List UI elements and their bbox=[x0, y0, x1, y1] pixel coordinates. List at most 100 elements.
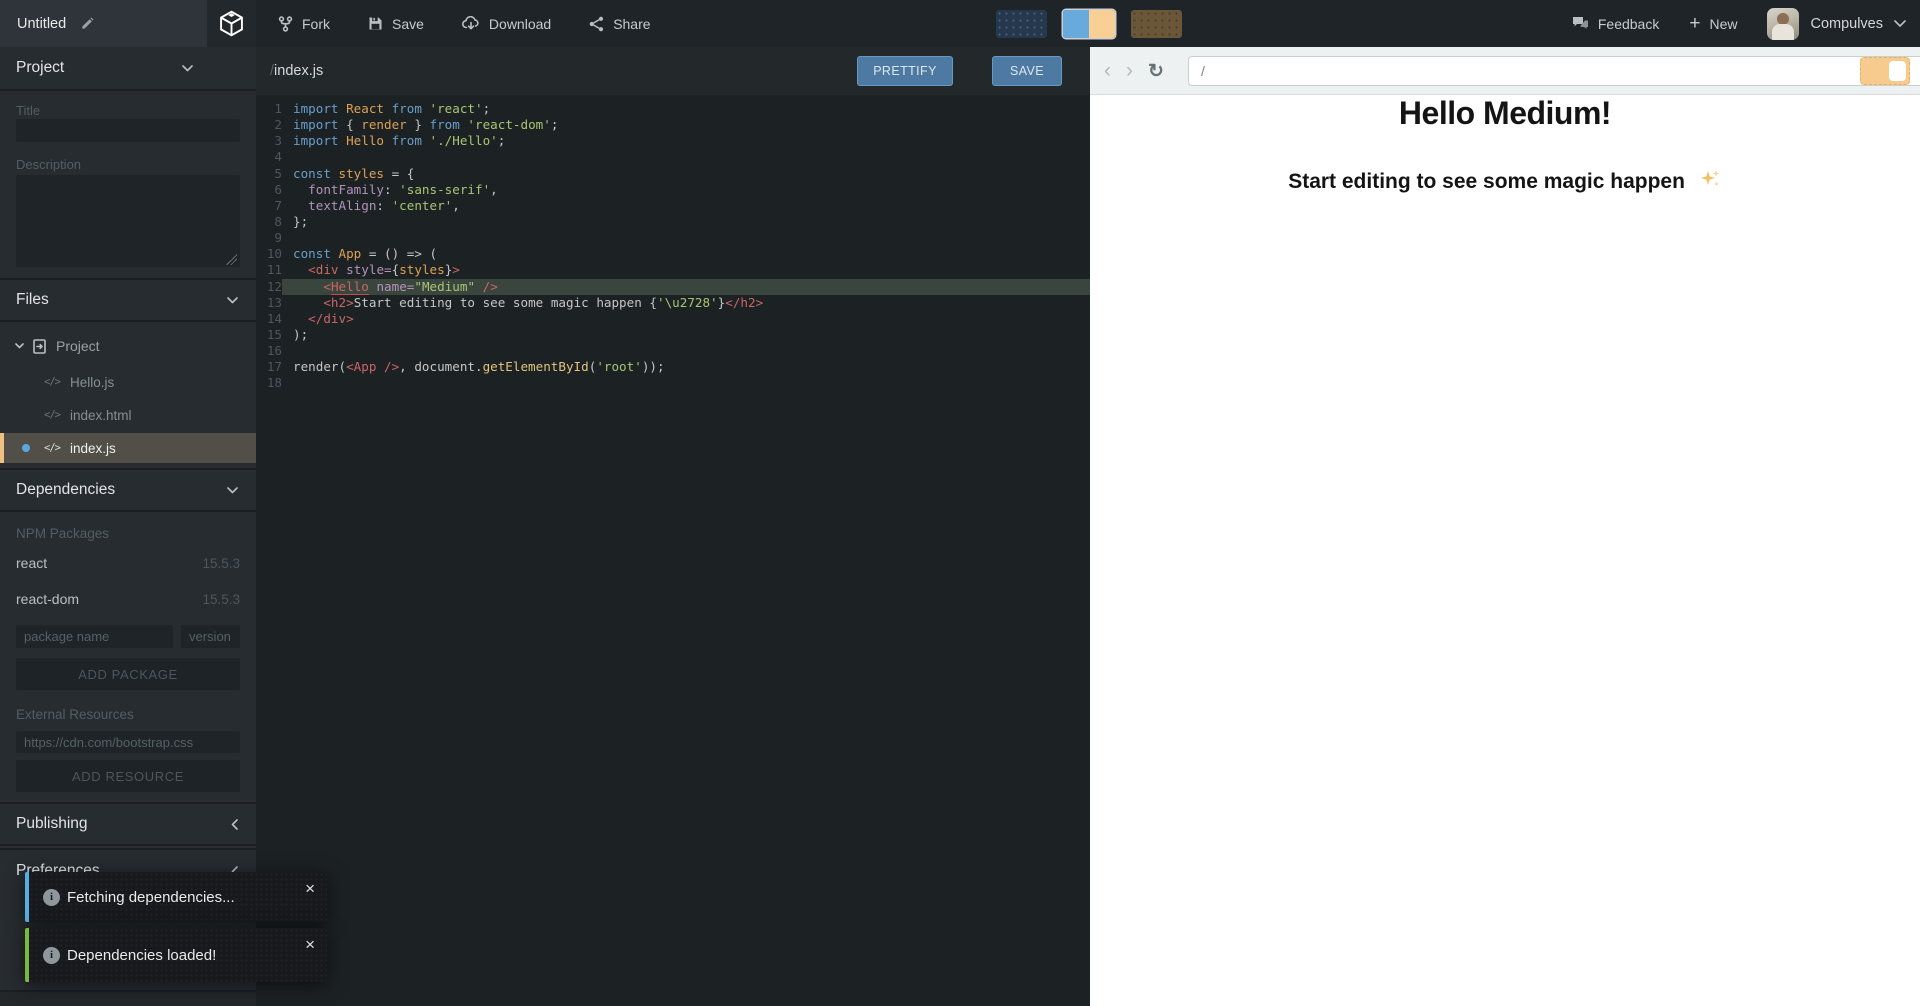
section-header-publishing[interactable]: Publishing bbox=[0, 802, 256, 846]
code-line[interactable]: 8}; bbox=[256, 214, 1090, 230]
code-line[interactable]: 17render(<App />, document.getElementByI… bbox=[256, 359, 1090, 375]
code-file-icon: </> bbox=[44, 376, 60, 388]
code-editor-panel: /index.js PRETTIFY SAVE 1import React fr… bbox=[256, 47, 1090, 1006]
code-line[interactable]: 16 bbox=[256, 343, 1090, 359]
feedback-label: Feedback bbox=[1598, 16, 1659, 32]
line-number: 17 bbox=[256, 359, 282, 375]
toast-message: Dependencies loaded! bbox=[67, 947, 216, 964]
info-icon: i bbox=[43, 889, 60, 906]
fork-button[interactable]: Fork bbox=[278, 16, 330, 32]
code-line[interactable]: 14 </div> bbox=[256, 311, 1090, 327]
layout-preview-only-button[interactable] bbox=[1131, 10, 1182, 38]
file-item-index-html[interactable]: </> index.html bbox=[0, 400, 256, 430]
line-number: 1 bbox=[256, 101, 282, 117]
code-line[interactable]: 10const App = () => ( bbox=[256, 246, 1090, 262]
preview-url-input[interactable] bbox=[1188, 56, 1920, 86]
unsaved-indicator-dot bbox=[22, 444, 30, 452]
file-item-index-js-selected[interactable]: </> index.js bbox=[0, 433, 256, 463]
line-number: 14 bbox=[256, 311, 282, 327]
toggle-knob bbox=[1889, 61, 1906, 81]
code-line[interactable]: 13 <h2>Start editing to see some magic h… bbox=[256, 295, 1090, 311]
code-line[interactable]: 7 textAlign: 'center', bbox=[256, 198, 1090, 214]
feedback-icon bbox=[1572, 16, 1589, 31]
forward-icon[interactable]: › bbox=[1126, 47, 1133, 95]
fork-label: Fork bbox=[302, 16, 330, 32]
layout-editor-only-button[interactable] bbox=[996, 10, 1047, 38]
package-name: react-dom bbox=[16, 591, 79, 607]
line-number: 7 bbox=[256, 198, 282, 214]
line-number: 10 bbox=[256, 246, 282, 262]
layout-split-button[interactable] bbox=[1063, 10, 1115, 38]
package-name-input[interactable] bbox=[16, 625, 173, 648]
external-resource-input[interactable] bbox=[16, 731, 240, 753]
package-version: 15.5.3 bbox=[202, 592, 240, 607]
chevron-down-icon bbox=[15, 343, 24, 349]
preview-toggle-switch[interactable] bbox=[1860, 57, 1910, 85]
toast-dependencies-loaded: i Dependencies loaded! × bbox=[25, 928, 327, 982]
sidebar-bottom-strip bbox=[0, 990, 256, 1006]
back-icon[interactable]: ‹ bbox=[1104, 47, 1111, 95]
add-resource-button[interactable]: ADD RESOURCE bbox=[16, 760, 240, 792]
code-line[interactable]: 5const styles = { bbox=[256, 166, 1090, 182]
save-button[interactable]: Save bbox=[368, 16, 424, 32]
code-line[interactable]: 15); bbox=[256, 327, 1090, 343]
edit-title-icon[interactable] bbox=[80, 16, 95, 31]
code-line[interactable]: 3import Hello from './Hello'; bbox=[256, 133, 1090, 149]
code-line[interactable]: 12 <Hello name="Medium" /> bbox=[256, 279, 1090, 295]
sidebar: Project Title Description Files Project … bbox=[0, 47, 256, 1006]
editor-header: /index.js PRETTIFY SAVE bbox=[256, 47, 1090, 95]
preview-panel: ‹ › ↻ Hello Medium! Start editing to see… bbox=[1090, 47, 1920, 1006]
top-toolbar: Fork Save Download Share bbox=[278, 0, 651, 47]
editor-save-button[interactable]: SAVE bbox=[992, 56, 1062, 86]
section-header-dependencies[interactable]: Dependencies bbox=[0, 468, 256, 512]
line-number: 4 bbox=[256, 149, 282, 165]
line-number: 15 bbox=[256, 327, 282, 343]
code-file-icon: </> bbox=[44, 442, 60, 454]
close-icon[interactable]: × bbox=[305, 936, 315, 953]
code-line[interactable]: 1import React from 'react'; bbox=[256, 101, 1090, 117]
title-input[interactable] bbox=[16, 119, 240, 142]
new-bin-button[interactable]: + New bbox=[1689, 14, 1737, 33]
add-package-button[interactable]: ADD PACKAGE bbox=[16, 658, 240, 690]
line-number: 16 bbox=[256, 343, 282, 359]
file-name: index.html bbox=[70, 408, 132, 423]
chevron-down-icon bbox=[227, 297, 238, 304]
description-label: Description bbox=[16, 157, 81, 172]
code-line[interactable]: 2import { render } from 'react-dom'; bbox=[256, 117, 1090, 133]
code-line[interactable]: 9 bbox=[256, 230, 1090, 246]
code-line[interactable]: 18 bbox=[256, 375, 1090, 391]
download-button[interactable]: Download bbox=[462, 16, 551, 32]
description-textarea[interactable] bbox=[16, 175, 240, 267]
feedback-button[interactable]: Feedback bbox=[1572, 16, 1659, 32]
fork-icon bbox=[278, 16, 293, 32]
close-icon[interactable]: × bbox=[305, 880, 315, 897]
file-tree-root[interactable]: Project bbox=[0, 331, 256, 361]
toast-fetching-dependencies: i Fetching dependencies... × bbox=[25, 872, 327, 922]
cube-logo-icon bbox=[217, 9, 246, 38]
code-line[interactable]: 6 fontFamily: 'sans-serif', bbox=[256, 182, 1090, 198]
chevron-down-icon bbox=[227, 487, 238, 494]
file-name: index.js bbox=[70, 441, 116, 456]
chevron-left-icon bbox=[231, 819, 238, 830]
file-tree-root-label: Project bbox=[56, 338, 100, 354]
line-number: 9 bbox=[256, 230, 282, 246]
line-number: 2 bbox=[256, 117, 282, 133]
share-button[interactable]: Share bbox=[589, 16, 650, 32]
section-header-files[interactable]: Files bbox=[0, 278, 256, 322]
app-logo[interactable] bbox=[207, 0, 256, 47]
code-line[interactable]: 11 <div style={styles}> bbox=[256, 262, 1090, 278]
package-version-input[interactable] bbox=[181, 625, 240, 648]
open-file-tab[interactable]: /index.js bbox=[270, 47, 323, 95]
user-menu[interactable]: Compulves bbox=[1767, 8, 1906, 40]
bin-title-block[interactable]: Untitled bbox=[0, 0, 207, 47]
refresh-icon[interactable]: ↻ bbox=[1148, 47, 1164, 95]
line-number: 3 bbox=[256, 133, 282, 149]
project-folder-icon bbox=[33, 339, 46, 354]
line-number: 11 bbox=[256, 262, 282, 278]
code-line[interactable]: 4 bbox=[256, 149, 1090, 165]
file-item-hello-js[interactable]: </> Hello.js bbox=[0, 367, 256, 397]
prettify-button[interactable]: PRETTIFY bbox=[857, 56, 953, 86]
code-lines[interactable]: 1import React from 'react';2import { ren… bbox=[256, 95, 1090, 392]
external-resources-label: External Resources bbox=[16, 707, 134, 722]
section-header-project[interactable]: Project bbox=[0, 47, 256, 91]
